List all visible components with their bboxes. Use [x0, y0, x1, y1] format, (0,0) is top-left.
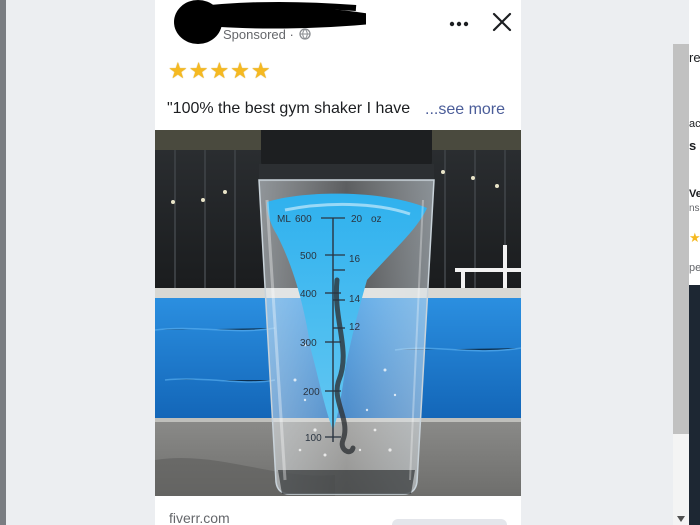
scrollbar-thumb[interactable]: [673, 44, 689, 434]
next-card-star: ★: [689, 230, 700, 245]
sponsored-label: Sponsored ·: [223, 27, 312, 42]
next-card-text: re: [689, 50, 700, 65]
next-card-text: ac: [689, 118, 700, 130]
more-options-button[interactable]: [447, 12, 471, 36]
left-window-edge: [0, 0, 6, 525]
scroll-down-arrow-icon[interactable]: [675, 514, 687, 524]
star-rating: ★★★★★: [168, 58, 272, 83]
next-card-text: s: [689, 138, 697, 153]
post-image[interactable]: ML 600 500 400 300 200 100 20 oz 16 14 1…: [155, 130, 521, 496]
link-domain[interactable]: fiverr.com: [169, 510, 230, 525]
next-card-text: pe: [689, 262, 700, 274]
close-post-button[interactable]: [488, 8, 516, 36]
next-card-partial[interactable]: re ac s Ve ns ★ pe: [689, 0, 700, 525]
oz-mark: 12: [349, 322, 361, 333]
oz-mark: 16: [349, 254, 361, 265]
ml-mark: 600: [295, 214, 312, 225]
next-card-image: [689, 285, 700, 525]
oz-mark: 14: [349, 294, 361, 305]
globe-icon: [299, 28, 312, 40]
see-more-link[interactable]: ...see more: [425, 101, 505, 119]
ml-mark: 300: [300, 338, 317, 349]
left-background: [0, 0, 155, 525]
ml-mark: 500: [300, 251, 317, 262]
sponsored-text: Sponsored ·: [223, 27, 294, 42]
ml-mark: 100: [305, 433, 322, 444]
ml-unit-label: ML: [277, 214, 291, 225]
oz-unit-label: oz: [371, 214, 382, 225]
ml-mark: 200: [303, 387, 320, 398]
cta-button[interactable]: [392, 519, 507, 525]
next-card-text: ns: [689, 203, 700, 214]
ml-mark: 400: [300, 289, 317, 300]
more-dots-icon: [449, 21, 469, 27]
close-icon: [492, 12, 512, 32]
next-card-text: Ve: [689, 188, 700, 200]
oz-mark: 20: [351, 214, 363, 225]
sponsored-post-card: Sponsored · ★★★★★ "100% the best gym sha…: [155, 0, 521, 525]
